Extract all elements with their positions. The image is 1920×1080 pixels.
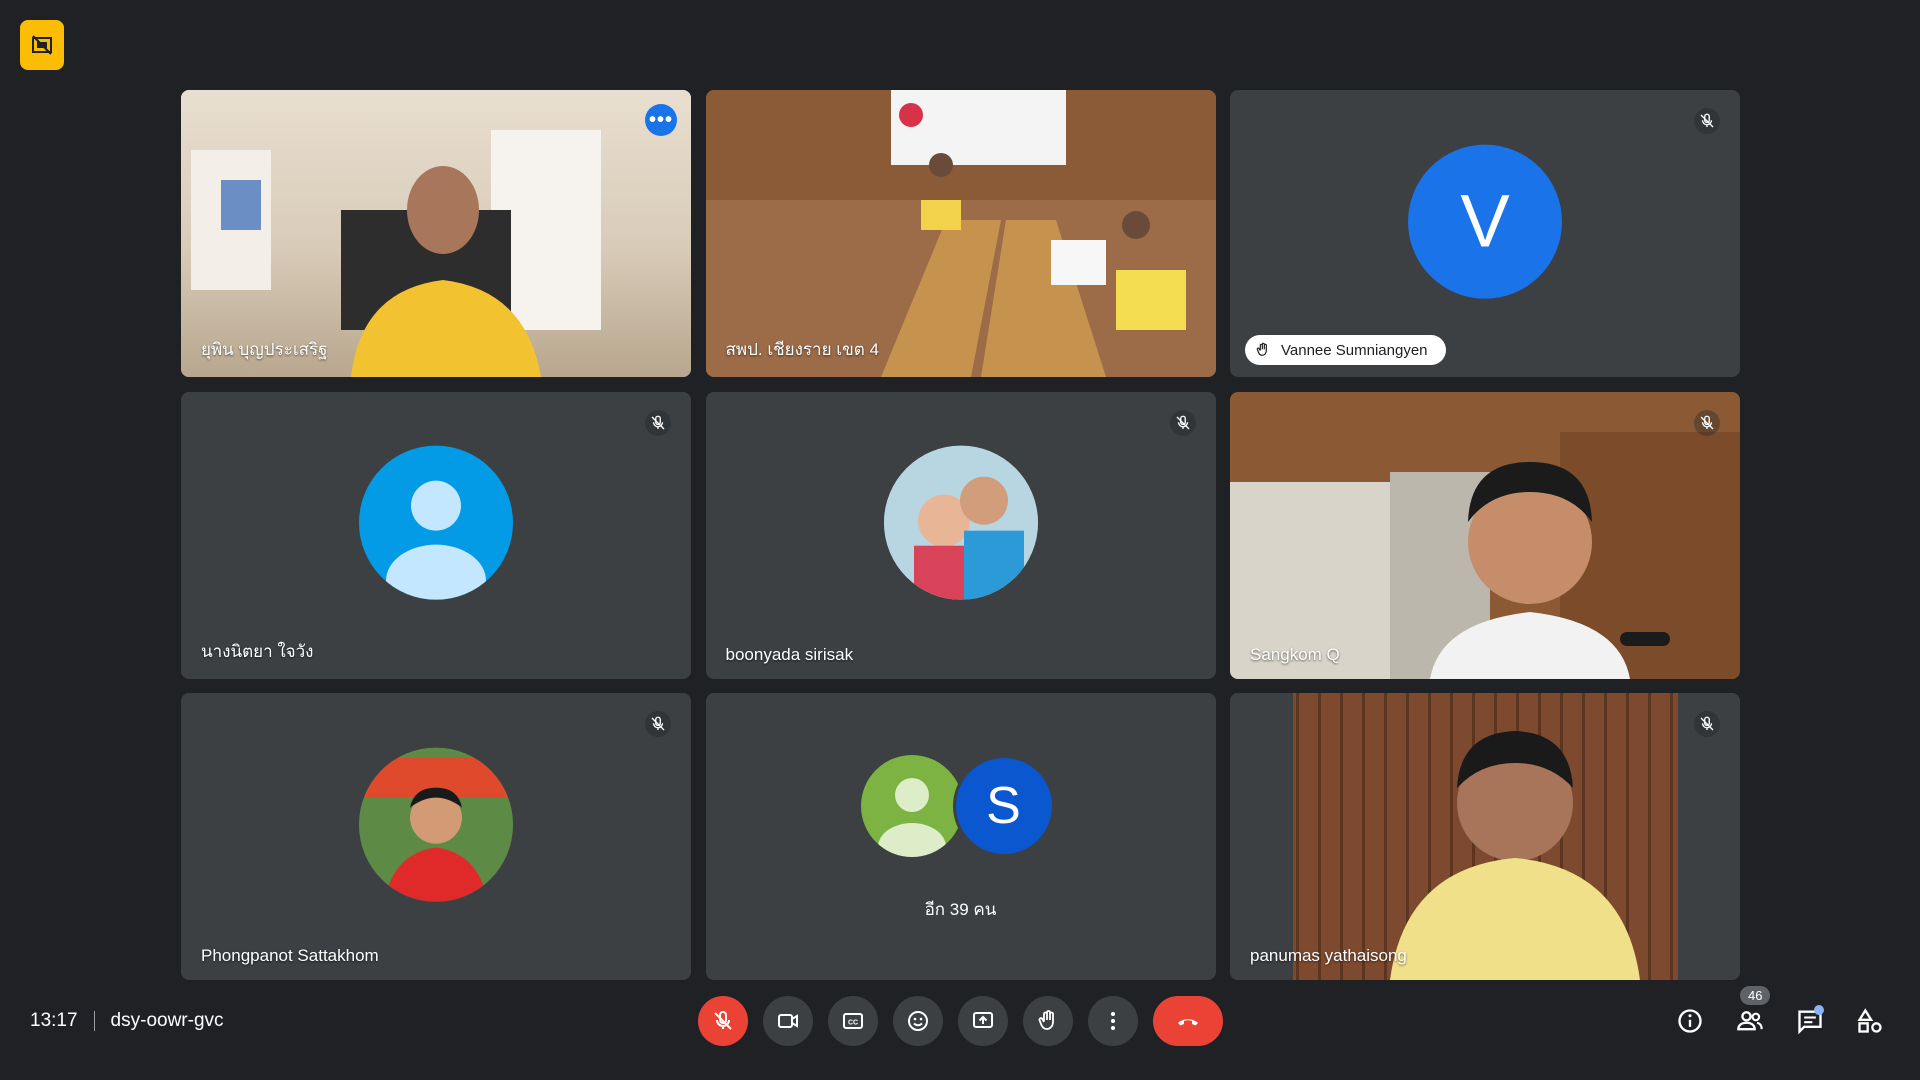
participant-tile[interactable]: Sangkom Q xyxy=(1230,391,1740,679)
participant-name: สพป. เชียงราย เขต 4 xyxy=(725,340,879,359)
more-options-button[interactable] xyxy=(1088,996,1138,1046)
captions-button[interactable]: CC xyxy=(828,996,878,1046)
mic-off-icon xyxy=(645,711,671,737)
mic-off-icon xyxy=(645,409,671,436)
participant-name: Sangkom Q xyxy=(1250,644,1340,664)
more-participants-tile[interactable]: S อีก 39 คน xyxy=(705,693,1216,980)
companion-mode-badge[interactable] xyxy=(20,20,64,70)
avatar xyxy=(883,445,1038,600)
participant-name: panumas yathaisong xyxy=(1250,946,1407,965)
people-button[interactable]: 46 xyxy=(1720,986,1780,1046)
bottom-toolbar: 13:17 dsy-oowr-gvc CC 46 xyxy=(0,970,1920,1080)
unread-indicator xyxy=(1814,1005,1824,1015)
more-participants-avatars: S xyxy=(860,755,1061,857)
avatar: S xyxy=(952,755,1055,857)
microphone-toggle-button[interactable] xyxy=(698,996,748,1046)
participant-video xyxy=(181,90,691,377)
participant-name: boonyada sirisak xyxy=(725,644,854,664)
activities-icon xyxy=(1857,1008,1882,1033)
participant-video xyxy=(1230,693,1740,980)
participant-tile[interactable]: boonyada sirisak xyxy=(705,391,1216,679)
more-options-button[interactable]: ••• xyxy=(645,104,677,136)
participant-tile[interactable]: สพป. เชียงราย เขต 4 xyxy=(705,90,1216,377)
meeting-time: 13:17 xyxy=(30,1010,78,1031)
mic-off-icon xyxy=(1694,108,1720,134)
activities-button[interactable] xyxy=(1840,996,1900,1046)
svg-text:CC: CC xyxy=(848,1020,858,1027)
raised-hand-icon xyxy=(1256,342,1267,356)
participant-video xyxy=(705,90,1216,377)
divider xyxy=(93,1011,95,1031)
no-video-icon xyxy=(32,35,52,55)
reactions-button[interactable] xyxy=(893,996,943,1046)
meeting-details-button[interactable] xyxy=(1660,996,1720,1046)
raise-hand-button[interactable] xyxy=(1023,996,1073,1046)
mic-off-icon xyxy=(1169,409,1196,436)
participant-tile[interactable]: panumas yathaisong xyxy=(1230,693,1740,980)
participant-name: นางนิตยา ใจวัง xyxy=(201,641,314,661)
participant-name: ยุพิน บุญประเสริฐ xyxy=(201,340,328,359)
meeting-info: 13:17 dsy-oowr-gvc xyxy=(30,1010,224,1032)
people-icon xyxy=(1737,1011,1763,1031)
raised-hand-label: Vannee Sumniangyen xyxy=(1245,335,1446,365)
mic-off-icon xyxy=(1694,711,1720,737)
present-screen-button[interactable] xyxy=(958,996,1008,1046)
participant-name: Vannee Sumniangyen xyxy=(1281,341,1428,359)
camera-toggle-button[interactable] xyxy=(763,996,813,1046)
present-screen-icon xyxy=(973,1012,993,1028)
avatar xyxy=(359,445,513,600)
participant-grid: ••• ยุพิน บุญประเสริฐ สพป. เชียงราย เขต … xyxy=(181,90,1740,980)
meeting-code[interactable]: dsy-oowr-gvc xyxy=(111,1010,224,1032)
participant-tile[interactable]: ••• ยุพิน บุญประเสริฐ xyxy=(181,90,691,377)
side-panel-controls: 46 xyxy=(1660,986,1900,1046)
mic-off-icon xyxy=(714,1010,732,1030)
camera-icon xyxy=(778,1014,798,1028)
participant-name: Phongpanot Sattakhom xyxy=(201,946,379,965)
emoji-icon xyxy=(908,1011,928,1031)
call-end-icon xyxy=(1178,1019,1198,1026)
avatar xyxy=(860,755,963,857)
raised-hand-icon xyxy=(1038,1010,1054,1030)
mic-off-icon xyxy=(1694,409,1720,436)
participant-tile[interactable]: V Vannee Sumniangyen xyxy=(1230,90,1740,377)
participant-tile[interactable]: นางนิตยา ใจวัง xyxy=(181,391,691,679)
participant-tile[interactable]: Phongpanot Sattakhom xyxy=(181,693,691,980)
leave-call-button[interactable] xyxy=(1153,996,1223,1046)
participant-video xyxy=(1230,391,1740,679)
avatar xyxy=(359,747,513,902)
participants-count-badge: 46 xyxy=(1740,986,1771,1005)
chat-button[interactable] xyxy=(1780,996,1840,1046)
captions-icon: CC xyxy=(843,1013,863,1029)
avatar: V xyxy=(1408,144,1562,299)
more-vert-icon xyxy=(1111,1012,1115,1030)
info-icon xyxy=(1678,1009,1702,1033)
more-participants-label: อีก 39 คน xyxy=(924,900,997,919)
call-controls: CC xyxy=(698,996,1223,1046)
